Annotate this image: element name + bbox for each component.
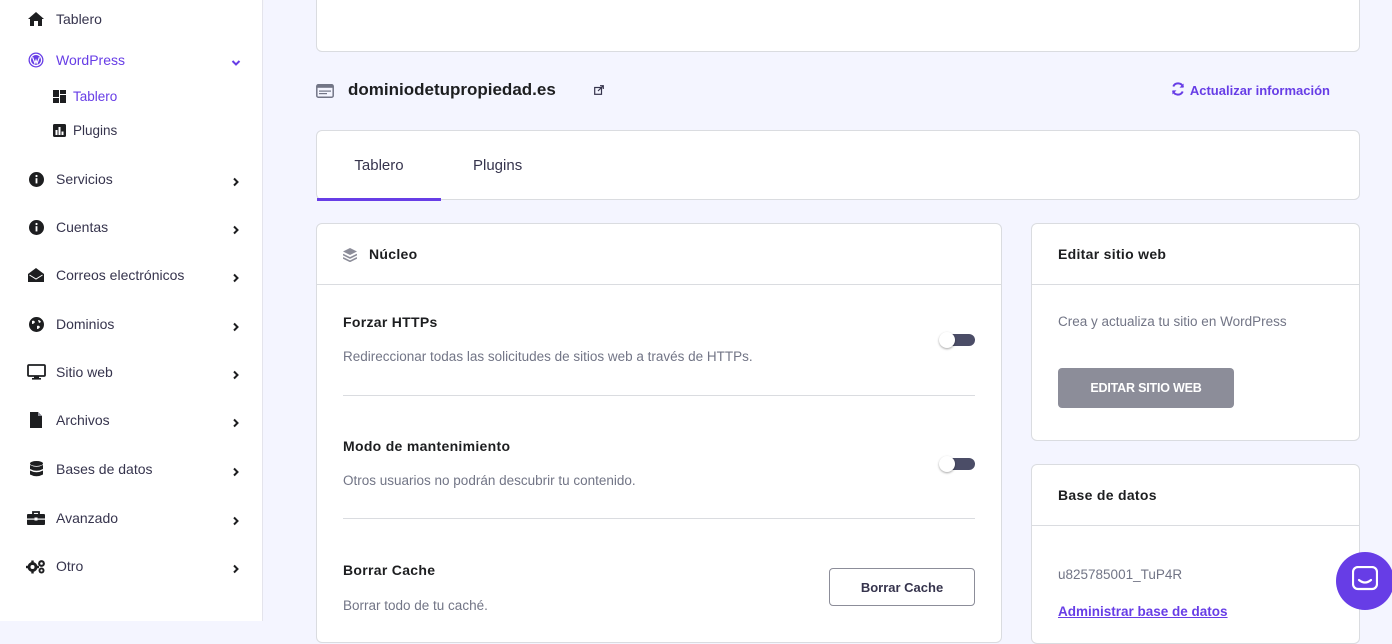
chevron-down-icon: [231, 55, 241, 66]
edit-website-title: Editar sitio web: [1058, 246, 1167, 262]
sidebar-item-label: Otro: [56, 558, 84, 574]
sidebar-item-label: Avanzado: [56, 510, 119, 526]
sidebar-item-label: Servicios: [56, 171, 113, 187]
sidebar-item-label: Bases de datos: [56, 461, 153, 477]
chevron-right-icon: [231, 270, 241, 283]
sidebar-item-label: Archivos: [56, 412, 110, 428]
sidebar-item-sitio-web[interactable]: Sitio web: [0, 357, 263, 387]
monitor-icon: [26, 364, 46, 380]
browser-window-icon: [316, 84, 334, 98]
clear-cache-option: Borrar Cache Borrar todo de tu caché. Bo…: [343, 562, 975, 622]
maintenance-mode-option: Modo de mantenimiento Otros usuarios no …: [343, 438, 975, 498]
chevron-right-icon: [231, 367, 241, 380]
edit-website-card: Editar sitio web Crea y actualiza tu sit…: [1031, 223, 1360, 441]
chevron-right-icon: [231, 415, 241, 428]
core-card-title: Núcleo: [369, 246, 418, 262]
refresh-info-button[interactable]: Actualizar información: [1171, 82, 1330, 99]
sidebar-subitem-plugins[interactable]: Plugins: [0, 117, 263, 143]
option-description: Otros usuarios no podrán descubrir tu co…: [343, 473, 636, 488]
core-settings-card: Núcleo Forzar HTTPs Redireccionar todas …: [316, 223, 1002, 643]
sidebar-item-label: Correos electrónicos: [56, 267, 185, 283]
tab-label: Tablero: [354, 157, 404, 174]
chart-icon: [53, 123, 66, 137]
sidebar-item-label: Sitio web: [56, 364, 113, 380]
edit-website-button[interactable]: EDITAR SITIO WEB: [1058, 368, 1234, 408]
option-title: Forzar HTTPs: [343, 314, 438, 330]
dashboard-icon: [53, 89, 66, 103]
sidebar-subitem-tablero[interactable]: Tablero: [0, 83, 263, 109]
option-title: Borrar Cache: [343, 562, 436, 578]
envelope-open-icon: [28, 267, 44, 283]
domain-name: dominiodetupropiedad.es: [348, 80, 556, 99]
divider: [343, 395, 975, 396]
sidebar-item-label: WordPress: [56, 52, 125, 68]
domain-header: dominiodetupropiedad.es Actualizar infor…: [316, 78, 1360, 104]
sidebar-item-servicios[interactable]: Servicios: [0, 164, 263, 194]
option-description: Borrar todo de tu caché.: [343, 598, 488, 613]
sidebar-item-label: Dominios: [56, 316, 115, 332]
force-https-toggle[interactable]: [939, 332, 975, 348]
main-content: dominiodetupropiedad.es Actualizar infor…: [264, 0, 1392, 644]
sidebar-item-label: Cuentas: [56, 219, 109, 235]
chevron-right-icon: [231, 513, 241, 526]
tab-plugins[interactable]: Plugins: [473, 131, 522, 200]
maintenance-mode-toggle[interactable]: [939, 456, 975, 472]
option-description: Redireccionar todas las solicitudes de s…: [343, 349, 753, 364]
option-title: Modo de mantenimiento: [343, 438, 511, 454]
edit-website-description: Crea y actualiza tu sitio en WordPress: [1058, 314, 1287, 329]
tab-bar: Tablero Plugins: [316, 130, 1360, 201]
divider: [343, 518, 975, 519]
refresh-icon: [1171, 82, 1185, 99]
database-card: Base de datos u825785001_TuP4R Administr…: [1031, 464, 1360, 644]
top-card: [316, 0, 1360, 52]
chat-launcher-button[interactable]: [1336, 552, 1392, 610]
home-icon: [28, 11, 44, 27]
database-title: Base de datos: [1058, 487, 1157, 503]
database-icon: [28, 461, 44, 477]
gears-icon: [26, 558, 46, 574]
info-icon: [28, 219, 44, 235]
external-link-icon[interactable]: [594, 82, 604, 95]
wordpress-icon: [28, 52, 44, 68]
manage-database-link[interactable]: Administrar base de datos: [1058, 604, 1228, 619]
layers-icon: [342, 248, 358, 263]
sidebar-subitem-label: Tablero: [73, 88, 118, 104]
chevron-right-icon: [231, 174, 241, 187]
chevron-right-icon: [231, 222, 241, 235]
force-https-option: Forzar HTTPs Redireccionar todas las sol…: [343, 314, 975, 374]
database-header: Base de datos: [1032, 465, 1359, 526]
refresh-info-label: Actualizar información: [1189, 83, 1330, 98]
chevron-right-icon: [231, 319, 241, 332]
sidebar: Tablero WordPress Tablero Plugins Servic…: [0, 0, 263, 621]
sidebar-item-correos[interactable]: Correos electrónicos: [0, 260, 263, 290]
sidebar-subitem-label: Plugins: [73, 122, 118, 138]
sidebar-item-label: Tablero: [56, 11, 102, 27]
sidebar-item-dominios[interactable]: Dominios: [0, 309, 263, 339]
clear-cache-button[interactable]: Borrar Cache: [829, 568, 975, 606]
sidebar-item-archivos[interactable]: Archivos: [0, 405, 263, 435]
edit-website-header: Editar sitio web: [1032, 224, 1359, 285]
sidebar-item-cuentas[interactable]: Cuentas: [0, 212, 263, 242]
toolbox-icon: [26, 510, 46, 526]
sidebar-item-avanzado[interactable]: Avanzado: [0, 503, 263, 533]
sidebar-item-bases-de-datos[interactable]: Bases de datos: [0, 454, 263, 484]
tab-tablero[interactable]: Tablero: [317, 131, 441, 201]
tab-label: Plugins: [473, 157, 523, 174]
core-card-header: Núcleo: [317, 224, 1001, 285]
chevron-right-icon: [231, 561, 241, 574]
info-icon: [28, 171, 44, 187]
chevron-right-icon: [231, 464, 241, 477]
chat-icon: [1351, 565, 1379, 597]
database-name: u825785001_TuP4R: [1058, 567, 1183, 582]
sidebar-item-otro[interactable]: Otro: [0, 551, 263, 581]
sidebar-item-wordpress[interactable]: WordPress: [0, 45, 263, 75]
sidebar-item-tablero[interactable]: Tablero: [0, 4, 263, 34]
globe-icon: [28, 316, 44, 332]
file-icon: [28, 412, 44, 428]
